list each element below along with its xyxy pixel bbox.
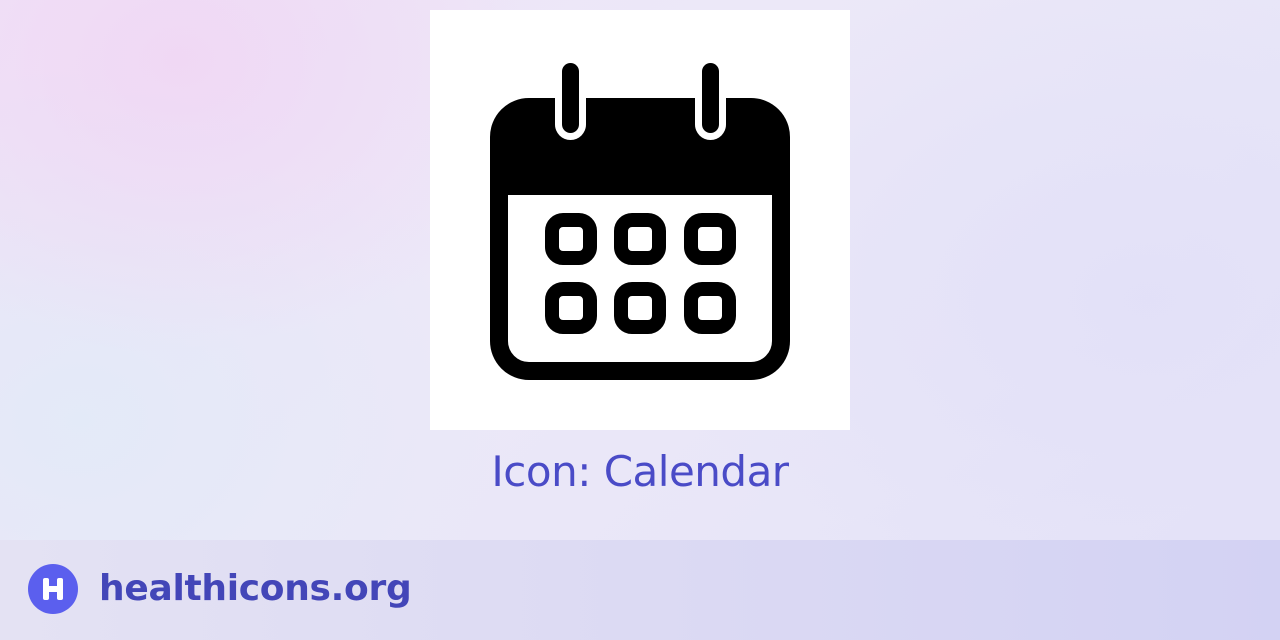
- icon-title: Icon: Calendar: [491, 447, 789, 496]
- calendar-icon: [490, 60, 790, 380]
- site-name-link[interactable]: healthicons.org: [99, 566, 412, 612]
- footer-bar: healthicons.org: [0, 540, 1280, 640]
- icon-preview-card: [430, 10, 850, 430]
- healthicons-logo-icon[interactable]: [28, 564, 78, 614]
